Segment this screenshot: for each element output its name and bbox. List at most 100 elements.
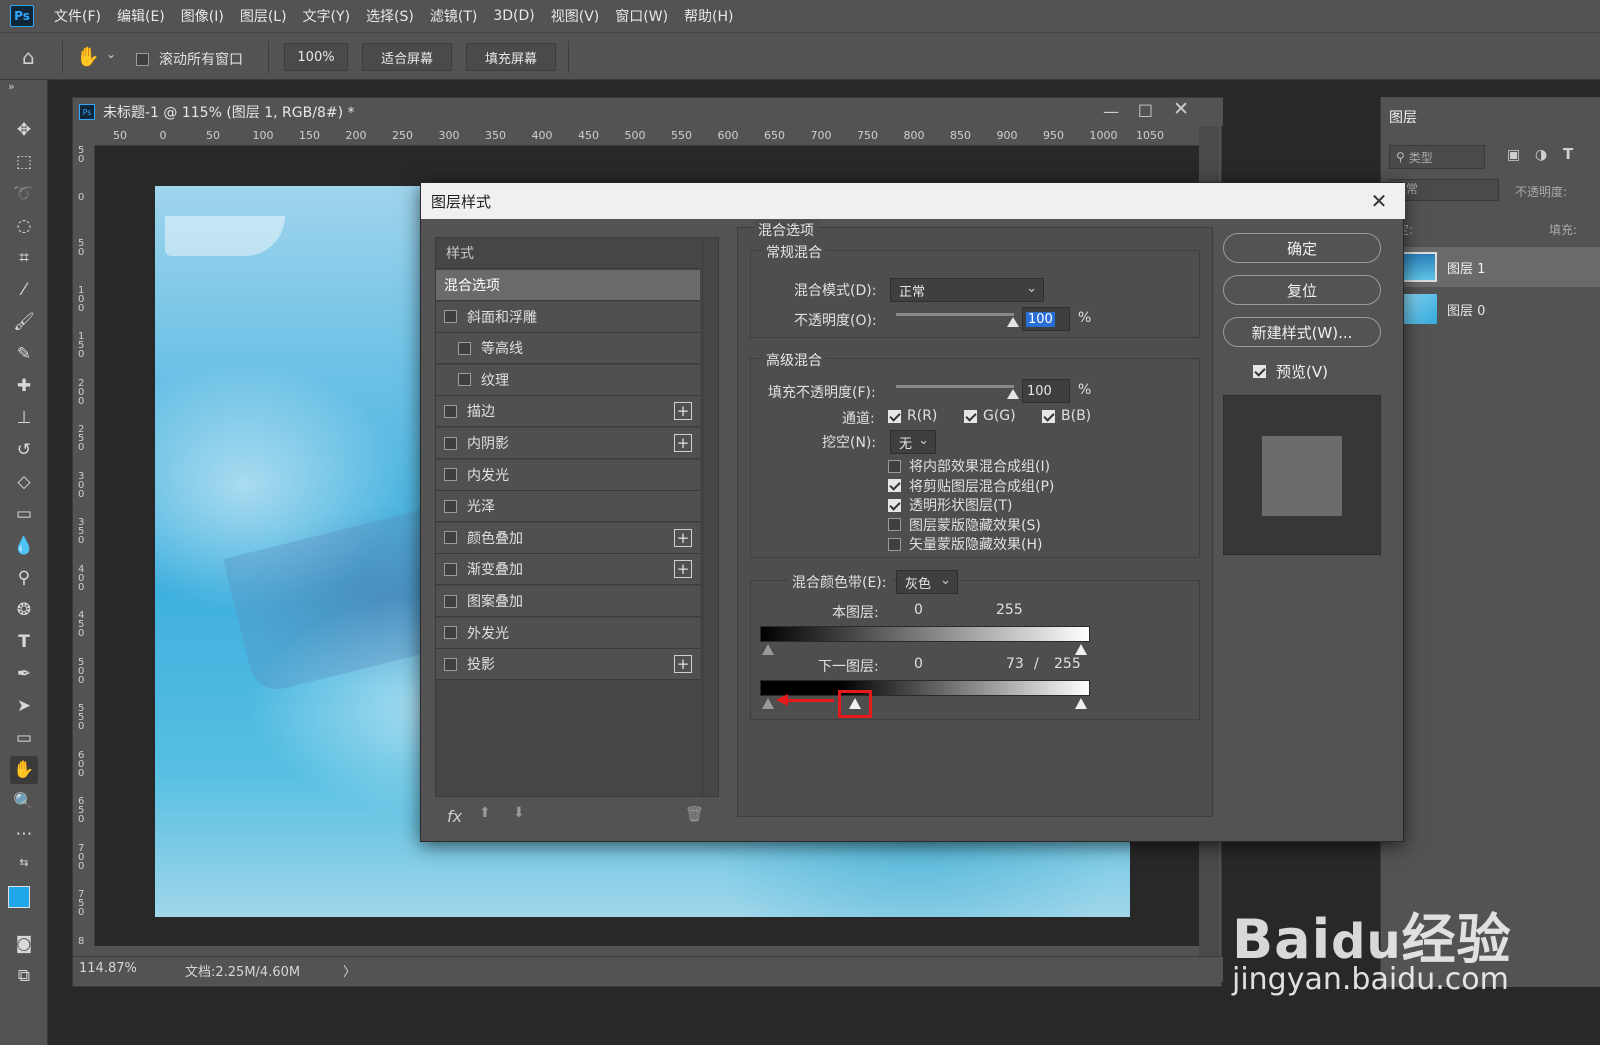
crop-tool-icon[interactable]: ⌗ — [10, 244, 38, 272]
fill-opacity-slider-track[interactable] — [896, 385, 1014, 388]
style-item[interactable]: 描边 + — [436, 396, 700, 428]
opacity-input[interactable]: 100 — [1022, 307, 1070, 331]
scroll-all-windows-option[interactable]: 滚动所有窗口 — [136, 49, 243, 69]
path-select-tool-icon[interactable]: ➤ — [10, 692, 38, 720]
channel-b-option[interactable]: B(B) — [1042, 408, 1091, 424]
hand-tool-icon[interactable]: ✋ — [10, 756, 38, 784]
fx-icon[interactable]: fx — [447, 807, 462, 826]
fit-screen-button[interactable]: 适合屏幕 — [362, 43, 452, 71]
style-item-checkbox[interactable] — [444, 499, 457, 513]
style-item[interactable]: 颜色叠加 + — [436, 522, 700, 554]
blend-if-dropdown[interactable]: 灰色 — [896, 570, 958, 594]
move-down-icon[interactable]: ⬇ — [513, 805, 525, 821]
this-layer-black-slider[interactable] — [762, 644, 774, 655]
healing-tool-icon[interactable]: ✚ — [10, 372, 38, 400]
opacity-slider-thumb[interactable] — [1007, 317, 1019, 327]
zoom-tool-icon[interactable]: 🔍 — [10, 788, 38, 816]
style-item-checkbox[interactable] — [444, 531, 457, 545]
style-item-checkbox[interactable] — [444, 404, 457, 418]
underlying-black-slider-left[interactable] — [762, 698, 774, 709]
reset-button[interactable]: 复位 — [1223, 275, 1381, 305]
style-item[interactable]: 混合选项 — [436, 270, 700, 301]
style-item[interactable]: 光泽 — [436, 491, 700, 523]
advanced-option-checkbox[interactable] — [888, 537, 901, 551]
layers-tab[interactable]: 图层 — [1389, 107, 1417, 127]
style-item-checkbox[interactable] — [444, 436, 457, 450]
menu-select[interactable]: 选择(S) — [366, 6, 414, 26]
menu-edit[interactable]: 编辑(E) — [117, 6, 165, 26]
channel-g-checkbox[interactable] — [964, 409, 977, 423]
eraser-tool-icon[interactable]: ◇ — [10, 468, 38, 496]
menu-window[interactable]: 窗口(W) — [615, 6, 668, 26]
menu-3d[interactable]: 3D(D) — [493, 8, 534, 24]
style-item[interactable]: 投影 + — [436, 649, 700, 681]
layer-row-1[interactable]: 图层 1 — [1381, 247, 1600, 287]
style-item[interactable]: 斜面和浮雕 — [436, 301, 700, 333]
history-brush-icon[interactable]: ↺ — [10, 436, 38, 464]
menu-file[interactable]: 文件(F) — [54, 6, 101, 26]
preview-option[interactable]: 预览(V) — [1253, 361, 1328, 382]
style-item[interactable]: 内发光 — [436, 459, 700, 491]
menu-help[interactable]: 帮助(H) — [684, 6, 733, 26]
style-item-checkbox[interactable] — [444, 626, 457, 640]
add-effect-icon[interactable]: + — [674, 655, 692, 674]
underlying-white-slider[interactable] — [1075, 698, 1087, 709]
style-item-checkbox[interactable] — [458, 341, 471, 355]
style-list-scrollbar[interactable] — [702, 238, 718, 796]
fill-opacity-input[interactable]: 100 — [1022, 379, 1070, 403]
foreground-color-swatch[interactable] — [8, 886, 30, 908]
channel-g-option[interactable]: G(G) — [964, 408, 1016, 424]
style-item[interactable]: 内阴影 + — [436, 428, 700, 459]
layer-row-0[interactable]: 图层 0 — [1381, 289, 1600, 329]
filter-adjust-icon[interactable]: ◑ — [1535, 147, 1547, 163]
status-menu-arrow[interactable]: 〉 — [343, 961, 356, 980]
filter-image-icon[interactable]: ▣ — [1507, 147, 1520, 163]
scroll-all-checkbox[interactable] — [136, 52, 149, 66]
advanced-option-checkbox[interactable] — [888, 498, 901, 512]
menu-layer[interactable]: 图层(L) — [240, 6, 287, 26]
style-item[interactable]: 渐变叠加 + — [436, 554, 700, 586]
knockout-dropdown[interactable]: 无 — [890, 430, 936, 454]
advanced-option-checkbox[interactable] — [888, 479, 901, 493]
style-item[interactable]: 外发光 — [436, 617, 700, 649]
advanced-option[interactable]: 透明形状图层(T) — [888, 495, 1012, 515]
style-item[interactable]: 纹理 — [436, 364, 700, 396]
brush-tool-icon[interactable]: 🖌 — [10, 308, 38, 336]
filter-type-icon[interactable]: T — [1563, 145, 1573, 163]
collapse-icon[interactable]: » — [8, 80, 15, 93]
style-item-checkbox[interactable] — [444, 562, 457, 576]
add-effect-icon[interactable]: + — [674, 434, 692, 452]
maximize-icon[interactable]: □ — [1138, 100, 1153, 119]
pencil-tool-icon[interactable]: ✎ — [10, 340, 38, 368]
marquee-tool-icon[interactable]: ⬚ — [10, 148, 38, 176]
minimize-icon[interactable]: — — [1103, 102, 1119, 121]
advanced-option[interactable]: 图层蒙版隐藏效果(S) — [888, 515, 1041, 535]
trash-icon[interactable]: 🗑 — [685, 805, 704, 823]
menu-view[interactable]: 视图(V) — [551, 6, 600, 26]
this-layer-white-slider[interactable] — [1075, 644, 1087, 655]
channel-r-checkbox[interactable] — [888, 409, 901, 423]
menu-image[interactable]: 图像(I) — [181, 6, 224, 26]
style-item-checkbox[interactable] — [444, 310, 457, 324]
this-layer-gradient[interactable] — [760, 626, 1090, 642]
style-item-checkbox[interactable] — [444, 468, 457, 482]
dodge-tool-icon[interactable]: ⚲ — [10, 564, 38, 592]
advanced-option[interactable]: 将剪贴图层混合成组(P) — [888, 476, 1054, 496]
quick-mask-icon[interactable]: ◙ — [10, 930, 38, 958]
type-tool-icon[interactable]: T — [10, 628, 38, 656]
eyedropper-tool-icon[interactable]: ⁄ — [10, 276, 38, 304]
more-tools-icon[interactable]: ⋯ — [10, 820, 38, 848]
menu-type[interactable]: 文字(Y) — [303, 6, 350, 26]
move-up-icon[interactable]: ⬆ — [479, 805, 491, 821]
style-item[interactable]: 等高线 — [436, 333, 700, 365]
lasso-tool-icon[interactable]: ➰ — [10, 180, 38, 208]
fill-opacity-slider-thumb[interactable] — [1007, 389, 1019, 399]
pen-tool-icon[interactable]: ✒ — [10, 660, 38, 688]
opacity-slider-track[interactable] — [896, 313, 1014, 316]
layers-filter-field[interactable]: ⚲ 类型 — [1389, 145, 1485, 169]
add-effect-icon[interactable]: + — [674, 402, 692, 421]
hand-tool-icon[interactable]: ✋ — [76, 45, 100, 68]
fill-screen-button[interactable]: 填充屏幕 — [466, 43, 556, 71]
underlying-gradient[interactable] — [760, 680, 1090, 696]
blend-mode-dropdown[interactable]: 正常 — [890, 278, 1044, 302]
